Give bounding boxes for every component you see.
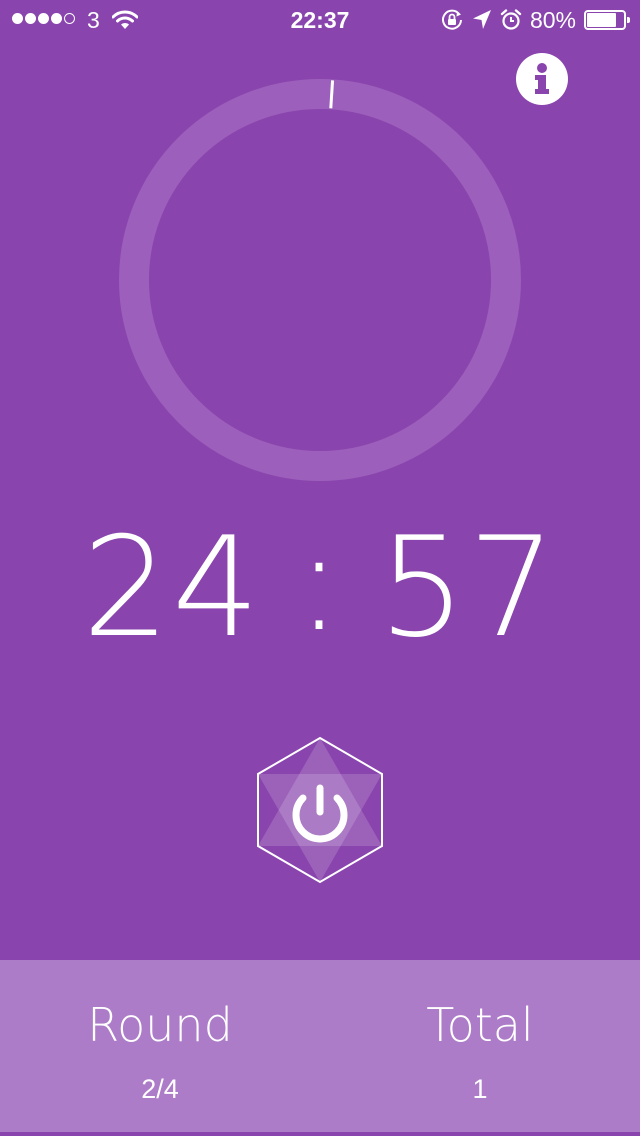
info-button[interactable] [516, 53, 568, 105]
countdown-timer: 24 : 57 [0, 501, 640, 668]
timer-separator: : [295, 500, 345, 662]
status-bar: 3 22:37 80% [0, 0, 640, 40]
round-stat: Round 2/4 [0, 960, 320, 1132]
total-stat: Total 1 [320, 960, 640, 1132]
location-arrow-icon [472, 9, 492, 31]
total-label: Total [426, 998, 534, 1052]
round-value: 2/4 [141, 1074, 179, 1104]
timer-progress-ring [118, 78, 522, 482]
total-value: 1 [472, 1074, 488, 1104]
battery-percentage: 80% [529, 7, 576, 33]
timer-minutes: 24 [82, 506, 262, 668]
footer-divider [0, 1132, 640, 1136]
battery-fill [587, 13, 616, 27]
timer-seconds: 57 [378, 506, 558, 668]
battery-icon [584, 10, 630, 30]
start-stop-button[interactable] [250, 734, 390, 888]
rotation-lock-icon [440, 8, 464, 32]
round-label: Round [87, 998, 233, 1052]
progress-ring-indicator [329, 80, 335, 109]
info-icon [535, 63, 549, 94]
progress-ring-track [119, 79, 521, 481]
stats-footer: Round 2/4 Total 1 [0, 960, 640, 1132]
alarm-icon [500, 9, 522, 31]
